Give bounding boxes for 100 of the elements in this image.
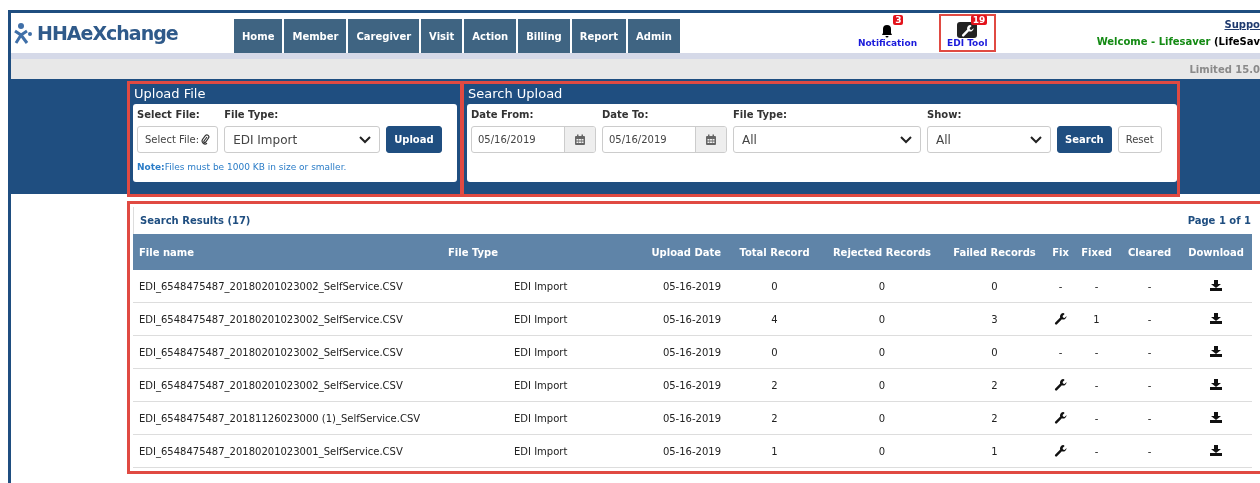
welcome-text: Welcome - Lifesaver (1096, 36, 1211, 47)
download-icon[interactable] (1210, 444, 1222, 456)
table-cell: 2 (727, 401, 822, 435)
table-cell: 1 (1074, 302, 1119, 336)
table-cell: - (1074, 335, 1119, 369)
column-header: Fix (1047, 234, 1074, 270)
table-cell: - (1074, 270, 1119, 303)
wrench-icon (957, 22, 978, 38)
wrench-icon[interactable] (1054, 377, 1067, 391)
table-cell: 1 (942, 434, 1047, 468)
reset-button[interactable]: Reset (1117, 126, 1162, 153)
table-cell: - (1119, 302, 1180, 336)
column-header: Rejected Records (822, 234, 942, 270)
table-cell: 0 (942, 335, 1047, 369)
table-cell: EDI_6548475487_20180201023002_SelfService.CSV (133, 270, 442, 303)
file-type-dropdown[interactable]: All (733, 126, 921, 153)
table-cell: 0 (822, 401, 942, 435)
date-field[interactable]: 05/16/2019 (471, 126, 596, 153)
table-cell: 05-16-2019 (642, 335, 727, 369)
nav-tab[interactable]: Caregiver (348, 19, 420, 53)
table-cell: EDI Import (442, 270, 642, 303)
table-cell: - (1074, 401, 1119, 435)
nav-tab[interactable]: Home (234, 19, 283, 53)
download-icon[interactable] (1210, 345, 1222, 357)
table-cell: 0 (822, 368, 942, 402)
count-badge: 19 (970, 15, 988, 25)
wrench-icon[interactable] (1054, 311, 1067, 325)
column-header: Cleared (1119, 234, 1180, 270)
table-cell: EDI_6548475487_20180201023002_SelfService.CSV (133, 368, 442, 402)
table-cell: - (1119, 434, 1180, 468)
select-file-button[interactable]: Select File: (137, 126, 219, 153)
upload-button[interactable]: Upload (386, 126, 442, 153)
nav-tab[interactable]: Admin (628, 19, 680, 53)
bell-icon (881, 24, 894, 38)
show-dropdown[interactable]: All (927, 126, 1051, 153)
note-text: Note:Files must be 1000 KB in size or smaller. (137, 162, 348, 172)
panel-title: Search Upload (467, 85, 564, 103)
table-cell: 4 (727, 302, 822, 336)
column-header: File Type (442, 234, 642, 270)
logo: HHAeXchange (37, 22, 178, 44)
table-cell: EDI_6548475487_20180201023002_SelfService.CSV (133, 302, 442, 336)
column-header: Download (1180, 234, 1252, 270)
nav-tab[interactable]: Report (571, 19, 626, 53)
nav-tab[interactable]: Member (284, 19, 347, 53)
wrench-icon[interactable] (1054, 443, 1067, 457)
table-cell: EDI_6548475487_20181126023000 (1)_SelfService.CSV (133, 401, 442, 435)
download-icon[interactable] (1210, 378, 1222, 390)
support-link[interactable]: Suppo (1224, 19, 1260, 30)
toolbar-button[interactable]: 19 EDI Tool (939, 14, 996, 52)
table-cell: - (1119, 401, 1180, 435)
chevron-down-icon (900, 135, 912, 144)
table-cell: EDI_6548475487_20180201023002_SelfService.CSV (133, 335, 442, 369)
table-cell: EDI Import (442, 335, 642, 369)
table-cell: 0 (822, 434, 942, 468)
column-header: Upload Date (642, 234, 727, 270)
table-cell: - (1074, 368, 1119, 402)
nav-tab[interactable]: Action (464, 19, 517, 53)
table-cell: 3 (942, 302, 1047, 336)
table-cell: 05-16-2019 (642, 302, 727, 336)
date-field[interactable]: 05/16/2019 (602, 126, 727, 153)
table-cell: - (1047, 335, 1074, 369)
table-cell: 0 (727, 335, 822, 369)
table-cell: - (1119, 270, 1180, 303)
wrench-icon[interactable] (1054, 410, 1067, 424)
table-cell: 0 (822, 270, 942, 303)
file-type-dropdown[interactable]: EDI Import (224, 126, 381, 153)
table-cell: 1 (727, 434, 822, 468)
table-cell: 2 (727, 368, 822, 402)
table-cell: 2 (942, 368, 1047, 402)
nav-tab[interactable]: Billing (518, 19, 570, 53)
chevron-down-icon (359, 135, 372, 144)
table-cell: - (1047, 270, 1074, 303)
page-indicator: Page 1 of 1 (1187, 215, 1251, 226)
download-icon[interactable] (1210, 312, 1222, 324)
table-cell: EDI Import (442, 368, 642, 402)
download-icon[interactable] (1210, 279, 1222, 291)
table-cell: EDI Import (442, 434, 642, 468)
column-header: File name (133, 234, 442, 270)
column-header: Total Record (727, 234, 822, 270)
nav-tab[interactable]: Visit (421, 19, 463, 53)
toolbar-button[interactable]: 3 Notification (849, 14, 926, 52)
user-name: (LifeSav (1214, 36, 1260, 47)
download-icon[interactable] (1210, 411, 1222, 423)
chevron-down-icon (1030, 135, 1042, 144)
field-label: Select File: (137, 109, 201, 120)
panel-title: Upload File (133, 85, 207, 103)
table-cell: - (1119, 368, 1180, 402)
table-cell: - (1119, 335, 1180, 369)
table-cell: EDI_6548475487_20180201023001_SelfService.CSV (133, 434, 442, 468)
count-badge: 3 (893, 15, 904, 25)
search-button[interactable]: Search (1057, 126, 1112, 153)
table-cell: 05-16-2019 (642, 401, 727, 435)
version-text: Limited 15.0 (1189, 63, 1260, 75)
table-cell: 05-16-2019 (642, 368, 727, 402)
field-label: File Type: (224, 109, 280, 120)
table-cell: EDI Import (442, 302, 642, 336)
table-cell: 0 (727, 270, 822, 303)
table-cell: EDI Import (442, 401, 642, 435)
table-cell: 05-16-2019 (642, 270, 727, 303)
field-label: Date To: (602, 109, 650, 120)
